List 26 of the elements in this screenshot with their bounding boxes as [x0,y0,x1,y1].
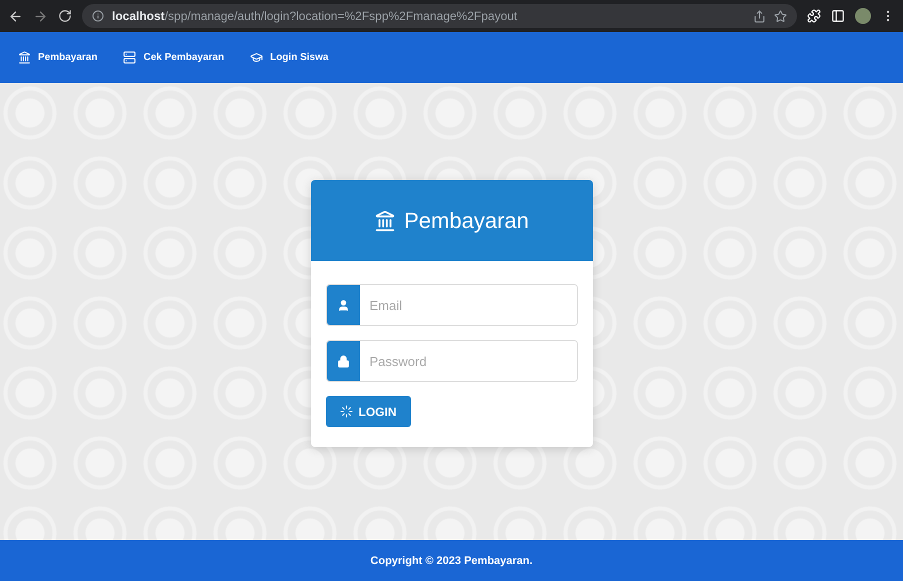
lock-icon [336,354,350,368]
card-title: Pembayaran [404,208,529,234]
copyright-text: Copyright © 2023 Pembayaran. [370,554,533,566]
spinner-icon [340,405,352,418]
user-icon [336,298,350,312]
forward-icon[interactable] [33,8,48,24]
email-field[interactable]: Email [326,284,578,326]
share-icon[interactable] [753,10,766,22]
graduation-cap-icon [250,51,264,64]
nav-link[interactable]: Login Siswa [250,51,328,64]
info-icon[interactable] [92,10,104,22]
nav-link[interactable]: Pembayaran [18,51,98,64]
bank-icon [374,210,396,232]
puzzle-icon[interactable] [807,9,821,23]
back-icon[interactable] [8,8,23,24]
avatar-icon[interactable] [855,8,871,24]
login-button[interactable]: LOGIN [326,396,410,427]
server-icon [123,51,136,64]
url-text: localhost/spp/manage/auth/login?location=%2Fspp%2Fmanage%2Fpayout [112,9,518,23]
panel-icon[interactable] [831,9,845,23]
address-bar[interactable]: localhost/spp/manage/auth/login?location=%2Fspp%2Fmanage%2Fpayout [82,4,797,28]
star-icon[interactable] [774,10,787,22]
password-field[interactable]: Password [326,340,578,382]
bank-icon [18,51,31,64]
nav-link[interactable]: Cek Pembayaran [123,51,224,64]
reload-icon[interactable] [58,9,72,23]
